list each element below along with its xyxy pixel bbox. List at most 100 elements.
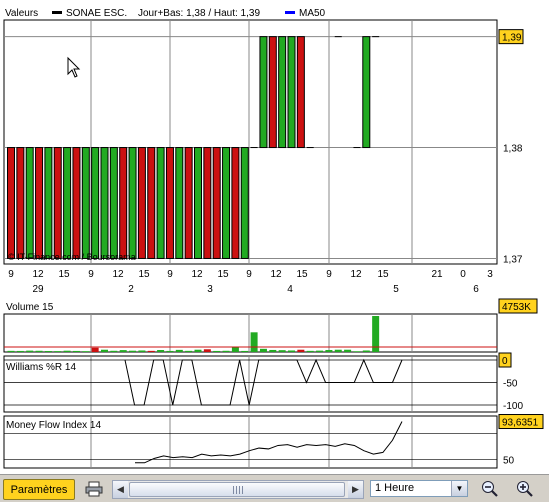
volume-bar (147, 350, 155, 352)
scroll-right-arrow-icon[interactable]: ▶ (348, 481, 363, 498)
candle (156, 147, 165, 259)
volume-bar (110, 350, 118, 352)
timeframe-value: 1 Heure (375, 482, 415, 494)
volume-bar (325, 350, 333, 352)
candle (240, 147, 249, 259)
candle (212, 147, 221, 259)
candle (72, 147, 81, 259)
legend-day-range: Jour+Bas: 1,38 / Haut: 1,39 (138, 8, 260, 19)
x-hour-tick: 9 (167, 269, 173, 280)
volume-bar (362, 350, 370, 352)
candle (25, 147, 34, 259)
x-hour-tick: 9 (246, 269, 252, 280)
volume-bar (344, 349, 352, 352)
volume-bar (157, 350, 165, 352)
candle (100, 147, 109, 259)
volume-bar (203, 349, 211, 352)
volume-bar (231, 347, 239, 352)
volume-bar (72, 350, 80, 352)
candle (203, 147, 212, 259)
volume-bar (129, 350, 137, 352)
scroll-left-arrow-icon[interactable]: ◀ (113, 481, 128, 498)
x-hour-tick: 9 (8, 269, 14, 280)
parameters-button[interactable]: Paramètres (3, 479, 75, 500)
candle (53, 147, 62, 259)
mfi-title: Money Flow Index 14 (6, 420, 101, 431)
volume-bar (44, 351, 52, 352)
chevron-down-icon: ▼ (451, 481, 467, 496)
candle (137, 147, 146, 259)
printer-icon (85, 481, 103, 496)
x-hour-tick: 9 (88, 269, 94, 280)
candle (222, 147, 231, 259)
x-hour-tick: 12 (350, 269, 362, 280)
volume-bar (101, 349, 108, 352)
toolbar: Paramètres ◀ ▶ 1 Heure ▼ (0, 474, 549, 502)
price-last-value: 1,39 (502, 33, 522, 44)
volume-bar (213, 350, 221, 352)
x-day-tick: 5 (393, 284, 399, 295)
mfi-tick-label: 50 (503, 455, 515, 466)
volume-bar (297, 349, 305, 352)
volume-bar (353, 351, 361, 352)
candle (362, 36, 371, 149)
williams-tick-label: -100 (503, 401, 523, 412)
candle (184, 147, 193, 259)
scroll-thumb[interactable] (129, 482, 345, 497)
mfi-last-value: 93,6351 (502, 418, 539, 429)
time-scrollbar[interactable]: ◀ ▶ (112, 480, 364, 499)
x-hour-tick: 21 (431, 269, 443, 280)
volume-bar (26, 350, 34, 352)
zoom-out-icon (482, 480, 498, 497)
x-hour-tick: 15 (377, 269, 389, 280)
x-hour-tick: 15 (138, 269, 150, 280)
x-hour-tick: 15 (58, 269, 70, 280)
volume-bar (306, 350, 314, 352)
candle (63, 147, 72, 259)
candle (119, 147, 128, 259)
volume-last-value: 4753K (502, 302, 531, 313)
zoom-in-button[interactable] (514, 478, 536, 499)
chart-root: Valeurs SONAE ESC. Jour+Bas: 1,38 / Haut: … (3, 8, 544, 469)
williams-title: Williams %R 14 (6, 362, 76, 373)
x-hour-tick: 15 (296, 269, 308, 280)
x-hour-tick: 12 (112, 269, 124, 280)
timeframe-select[interactable]: 1 Heure ▼ (370, 480, 468, 497)
volume-bar (259, 348, 267, 352)
volume-bar (288, 350, 295, 352)
zoom-out-button[interactable] (479, 478, 501, 499)
legend-series-name: SONAE ESC. (66, 8, 127, 19)
x-day-tick: 29 (32, 284, 44, 295)
x-day-tick: 6 (473, 284, 479, 295)
candle (81, 147, 90, 259)
volume-title: Volume 15 (6, 302, 54, 313)
candle (259, 36, 268, 149)
candle (7, 147, 15, 259)
volume-bar (82, 351, 90, 352)
volume-bar (119, 350, 127, 352)
price-tick-label: 1,38 (503, 144, 523, 155)
x-hour-tick: 12 (32, 269, 44, 280)
x-hour-tick: 3 (487, 269, 493, 280)
print-button[interactable] (84, 479, 104, 498)
volume-bar (334, 349, 342, 352)
candle (147, 147, 156, 259)
price-tick-label: 1,37 (503, 254, 523, 265)
x-day-tick: 2 (128, 284, 134, 295)
volume-bar (194, 349, 202, 352)
volume-bar (16, 350, 24, 352)
candle (296, 36, 305, 149)
volume-bar (175, 349, 183, 352)
candle (231, 147, 240, 259)
legend-ma-swatch (285, 11, 295, 14)
candle (91, 147, 100, 259)
x-hour-tick: 0 (460, 269, 466, 280)
williams-last-value: 0 (502, 356, 508, 367)
volume-bar (166, 350, 174, 352)
candle (194, 147, 202, 259)
x-hour-tick: 12 (270, 269, 282, 280)
legend-series-swatch (52, 11, 62, 14)
x-day-tick: 3 (207, 284, 213, 295)
volume-bar (185, 350, 193, 352)
volume-bar (269, 349, 277, 352)
